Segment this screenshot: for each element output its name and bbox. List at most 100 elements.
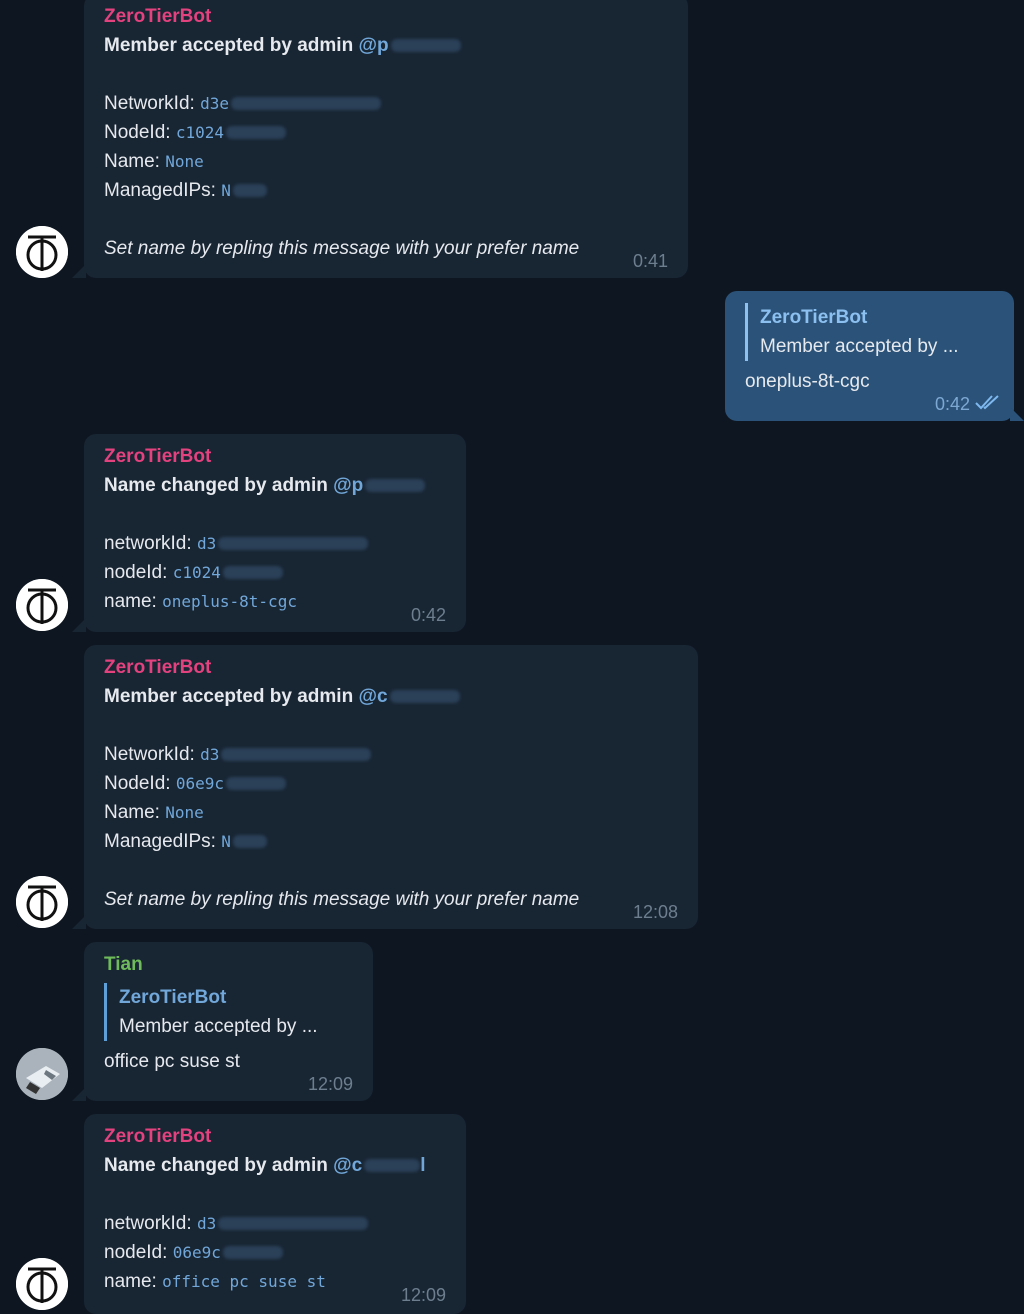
message-bubble-outgoing[interactable]: ZeroTierBot Member accepted by ... onepl… [725,291,1014,421]
message-text: office pc suse st [104,1051,240,1072]
field-label: Name: [104,151,160,172]
managed-ips-line: ManagedIPs: N [104,827,678,856]
name-value[interactable]: office pc suse st [162,1272,326,1291]
redacted [389,690,460,704]
message-bubble[interactable]: ZeroTierBot Member accepted by admin @p … [84,0,688,278]
timestamp: 12:09 [400,1285,446,1305]
field-label: nodeId: [104,1242,168,1263]
sender-name[interactable]: ZeroTierBot [104,1122,446,1151]
managed-ips-value[interactable]: N [221,181,231,200]
reply-quote[interactable]: ZeroTierBot Member accepted by ... [745,303,994,361]
field-label: networkId: [104,533,192,554]
redacted [218,537,369,551]
node-id-value[interactable]: 06e9c [173,1243,221,1262]
zerotier-logo-icon [16,876,68,928]
name-value[interactable]: None [165,152,204,171]
username-mention[interactable]: @c [333,1155,362,1176]
field-label: ManagedIPs: [104,831,216,852]
message-bubble[interactable]: ZeroTierBot Name changed by admin @p net… [84,434,466,632]
bubble-tail [72,264,86,278]
node-id-line: NodeId: 06e9c [104,769,678,798]
managed-ips-value[interactable]: N [221,832,231,851]
message-bubble[interactable]: ZeroTierBot Name changed by admin @c l ne… [84,1114,466,1314]
sender-name[interactable]: ZeroTierBot [104,653,678,682]
timestamp: 12:09 [307,1074,353,1094]
message-bubble[interactable]: ZeroTierBot Member accepted by admin @c … [84,645,698,929]
redacted [232,184,267,198]
field-label: nodeId: [104,562,168,583]
network-id-line: NetworkId: d3e [104,89,668,118]
field-label: NodeId: [104,122,171,143]
node-id-line: NodeId: c1024 [104,118,668,147]
field-label: NodeId: [104,773,171,794]
reply-sender: ZeroTierBot [119,987,227,1008]
bot-avatar[interactable] [16,876,68,928]
redacted [226,777,286,791]
message-title: Name changed by admin @c l [104,1151,446,1180]
footer-hint: Set name by repling this message with yo… [104,238,580,259]
title-text: Name changed by admin [104,1155,328,1176]
network-id-value[interactable]: d3 [200,745,219,764]
message-bubble[interactable]: Tian ZeroTierBot Member accepted by ... … [84,942,373,1101]
name-line: Name: None [104,147,668,176]
message-title: Name changed by admin @p [104,471,446,500]
timestamp: 0:42 [410,605,446,625]
message-title: Member accepted by admin @c [104,682,678,711]
footer-hint: Set name by repling this message with yo… [104,889,580,910]
username-mention[interactable]: @p [333,475,363,496]
timestamp: 12:08 [632,902,678,922]
username-mention[interactable]: @p [358,35,388,56]
redacted [221,748,372,762]
name-value[interactable]: None [165,803,204,822]
field-label: networkId: [104,1213,192,1234]
username-mention[interactable]: @c [358,686,387,707]
node-id-line: nodeId: c1024 [104,558,446,587]
network-id-line: networkId: d3 [104,529,446,558]
name-line: name: office pc suse st [104,1267,446,1296]
sender-name[interactable]: ZeroTierBot [104,2,668,31]
sender-name[interactable]: Tian [104,950,353,979]
zerotier-logo-icon [16,579,68,631]
user-photo-icon [16,1048,68,1100]
double-check-icon [975,395,999,410]
redacted [365,479,426,493]
node-id-line: nodeId: 06e9c [104,1238,446,1267]
message-title: Member accepted by admin @p [104,31,668,60]
redacted [222,566,283,580]
field-label: ManagedIPs: [104,180,216,201]
network-id-value[interactable]: d3 [197,534,216,553]
redacted [226,126,286,140]
title-text: Member accepted by admin [104,686,354,707]
field-label: name: [104,1271,157,1292]
node-id-value[interactable]: c1024 [173,563,221,582]
field-label: Name: [104,802,160,823]
node-id-value[interactable]: c1024 [176,123,224,142]
reply-sender: ZeroTierBot [760,307,868,328]
field-label: NetworkId: [104,93,195,114]
timestamp: 0:41 [632,251,668,271]
user-avatar[interactable] [16,1048,68,1100]
field-label: NetworkId: [104,744,195,765]
redacted [364,1159,421,1173]
redacted [390,39,461,53]
bot-avatar[interactable] [16,226,68,278]
bubble-tail [1010,407,1024,421]
redacted [232,835,267,849]
bot-avatar[interactable] [16,579,68,631]
zerotier-logo-icon [16,1258,68,1310]
network-id-value[interactable]: d3 [197,1214,216,1233]
name-value[interactable]: oneplus-8t-cgc [162,592,297,611]
sender-name[interactable]: ZeroTierBot [104,442,446,471]
username-mention-end[interactable]: l [420,1155,425,1176]
network-id-value[interactable]: d3e [200,94,229,113]
reply-text: Member accepted by ... [119,1016,318,1037]
title-text: Member accepted by admin [104,35,354,56]
message-text: oneplus-8t-cgc [745,371,870,392]
redacted [218,1217,369,1231]
reply-quote[interactable]: ZeroTierBot Member accepted by ... [104,983,353,1041]
bot-avatar[interactable] [16,1258,68,1310]
field-label: name: [104,591,157,612]
node-id-value[interactable]: 06e9c [176,774,224,793]
redacted [222,1246,283,1260]
zerotier-logo-icon [16,226,68,278]
